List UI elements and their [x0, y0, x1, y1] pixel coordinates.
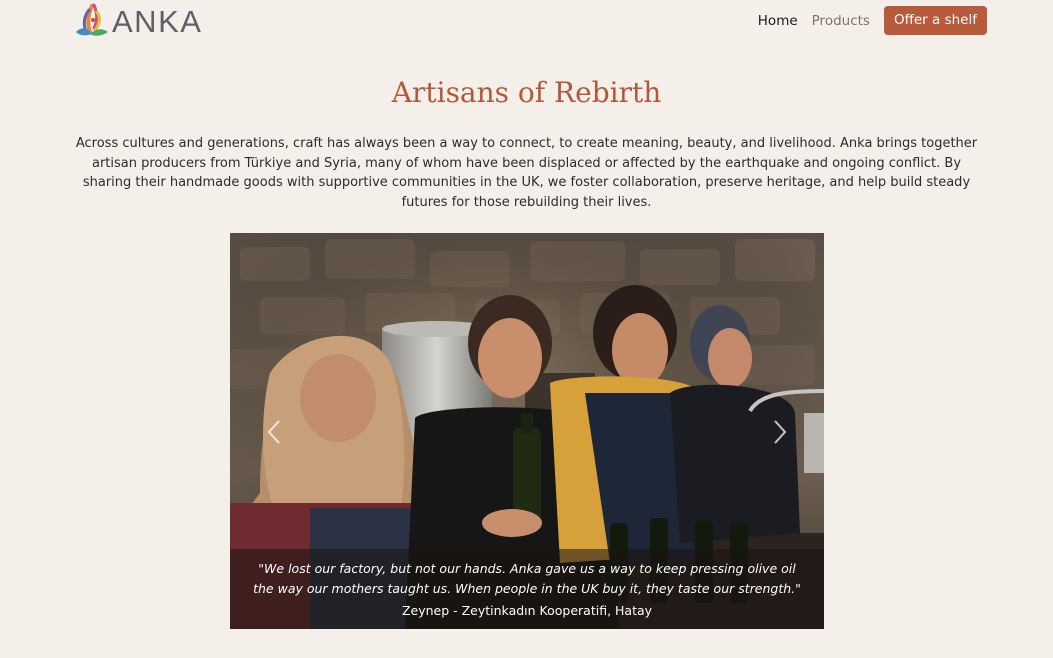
- chevron-right-icon: [774, 420, 787, 444]
- brand-name: ANKA: [112, 3, 203, 39]
- site-header: ANKA Home Products Offer a shelf: [0, 0, 1053, 44]
- brand-logo[interactable]: ANKA: [70, 2, 202, 40]
- testimonial-caption: "We lost our factory, but not our hands.…: [230, 549, 824, 629]
- intro-paragraph: Across cultures and generations, craft h…: [75, 136, 978, 211]
- offer-shelf-button[interactable]: Offer a shelf: [883, 6, 987, 35]
- nav-products-link[interactable]: Products: [812, 13, 870, 29]
- testimonial-carousel[interactable]: "We lost our factory, but not our hands.…: [230, 233, 824, 629]
- page-title: Artisans of Rebirth: [391, 76, 662, 109]
- testimonial-quote: "We lost our factory, but not our hands.…: [253, 561, 801, 596]
- carousel-next-button[interactable]: [766, 418, 792, 446]
- chevron-left-icon: [267, 420, 280, 444]
- carousel-prev-button[interactable]: [262, 418, 288, 446]
- main-nav: Home Products Offer a shelf: [758, 6, 987, 35]
- phoenix-logo-icon: [76, 3, 108, 36]
- nav-home-link[interactable]: Home: [758, 13, 798, 29]
- testimonial-attribution: Zeynep - Zeytinkadın Kooperatifi, Hatay: [401, 603, 653, 618]
